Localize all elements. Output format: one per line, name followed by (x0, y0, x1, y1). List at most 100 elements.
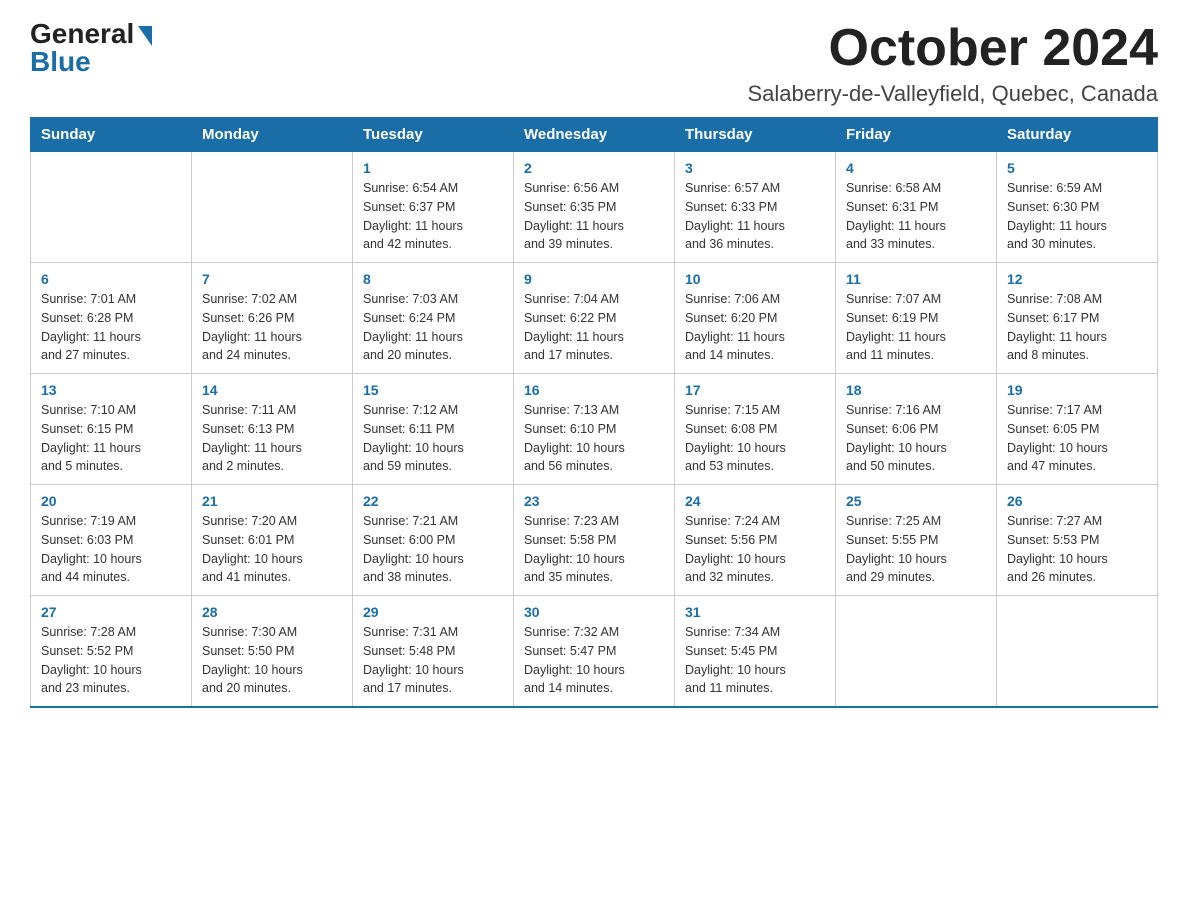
week-row-5: 27 Sunrise: 7:28 AM Sunset: 5:52 PM Dayli… (31, 596, 1158, 708)
table-cell: 14 Sunrise: 7:11 AM Sunset: 6:13 PM Dayli… (192, 374, 353, 485)
day-info: Sunrise: 7:28 AM Sunset: 5:52 PM Dayligh… (41, 623, 181, 698)
table-cell: 26 Sunrise: 7:27 AM Sunset: 5:53 PM Dayli… (997, 485, 1158, 596)
day-number: 7 (202, 271, 342, 287)
week-row-3: 13Sunrise: 7:10 AM Sunset: 6:15 PM Dayli… (31, 374, 1158, 485)
table-cell: 15 Sunrise: 7:12 AM Sunset: 6:11 PM Dayli… (353, 374, 514, 485)
day-number: 25 (846, 493, 986, 509)
day-number: 9 (524, 271, 664, 287)
table-cell: 12 Sunrise: 7:08 AM Sunset: 6:17 PM Dayli… (997, 263, 1158, 374)
table-cell: 11 Sunrise: 7:07 AM Sunset: 6:19 PM Dayli… (836, 263, 997, 374)
day-number: 16 (524, 382, 664, 398)
table-cell: 1 Sunrise: 6:54 AM Sunset: 6:37 PM Daylig… (353, 152, 514, 263)
logo-triangle-icon (138, 26, 152, 46)
table-cell: 18Sunrise: 7:16 AM Sunset: 6:06 PM Dayli… (836, 374, 997, 485)
day-info: Sunrise: 6:54 AM Sunset: 6:37 PM Dayligh… (363, 179, 503, 254)
weekday-header-monday: Monday (192, 118, 353, 152)
day-number: 14 (202, 382, 342, 398)
day-number: 15 (363, 382, 503, 398)
week-row-4: 20 Sunrise: 7:19 AM Sunset: 6:03 PM Dayli… (31, 485, 1158, 596)
day-info: Sunrise: 6:58 AM Sunset: 6:31 PM Dayligh… (846, 179, 986, 254)
weekday-header-sunday: Sunday (31, 118, 192, 152)
table-cell (192, 152, 353, 263)
logo: General Blue (30, 20, 152, 76)
day-number: 12 (1007, 271, 1147, 287)
day-info: Sunrise: 7:07 AM Sunset: 6:19 PM Dayligh… (846, 290, 986, 365)
day-number: 11 (846, 271, 986, 287)
page-header: General Blue October 2024 Salaberry-de-V… (30, 20, 1158, 107)
logo-general: General (30, 20, 152, 48)
day-number: 17 (685, 382, 825, 398)
table-cell: 9 Sunrise: 7:04 AM Sunset: 6:22 PM Daylig… (514, 263, 675, 374)
title-section: October 2024 Salaberry-de-Valleyfield, Q… (748, 20, 1159, 107)
day-number: 1 (363, 160, 503, 176)
day-info: Sunrise: 7:12 AM Sunset: 6:11 PM Dayligh… (363, 401, 503, 476)
table-cell: 10Sunrise: 7:06 AM Sunset: 6:20 PM Dayli… (675, 263, 836, 374)
table-cell: 17Sunrise: 7:15 AM Sunset: 6:08 PM Dayli… (675, 374, 836, 485)
month-title: October 2024 (748, 20, 1159, 77)
table-cell: 4 Sunrise: 6:58 AM Sunset: 6:31 PM Daylig… (836, 152, 997, 263)
day-info: Sunrise: 7:31 AM Sunset: 5:48 PM Dayligh… (363, 623, 503, 698)
day-number: 21 (202, 493, 342, 509)
day-info: Sunrise: 7:27 AM Sunset: 5:53 PM Dayligh… (1007, 512, 1147, 587)
table-cell: 19 Sunrise: 7:17 AM Sunset: 6:05 PM Dayli… (997, 374, 1158, 485)
day-info: Sunrise: 7:08 AM Sunset: 6:17 PM Dayligh… (1007, 290, 1147, 365)
day-number: 6 (41, 271, 181, 287)
day-number: 29 (363, 604, 503, 620)
table-cell (31, 152, 192, 263)
day-info: Sunrise: 7:20 AM Sunset: 6:01 PM Dayligh… (202, 512, 342, 587)
weekday-header-wednesday: Wednesday (514, 118, 675, 152)
table-cell: 24Sunrise: 7:24 AM Sunset: 5:56 PM Dayli… (675, 485, 836, 596)
day-number: 19 (1007, 382, 1147, 398)
table-cell: 8 Sunrise: 7:03 AM Sunset: 6:24 PM Daylig… (353, 263, 514, 374)
day-info: Sunrise: 7:10 AM Sunset: 6:15 PM Dayligh… (41, 401, 181, 476)
day-info: Sunrise: 7:32 AM Sunset: 5:47 PM Dayligh… (524, 623, 664, 698)
day-info: Sunrise: 7:17 AM Sunset: 6:05 PM Dayligh… (1007, 401, 1147, 476)
table-cell (836, 596, 997, 708)
table-cell: 25Sunrise: 7:25 AM Sunset: 5:55 PM Dayli… (836, 485, 997, 596)
weekday-header-tuesday: Tuesday (353, 118, 514, 152)
table-cell: 13Sunrise: 7:10 AM Sunset: 6:15 PM Dayli… (31, 374, 192, 485)
day-info: Sunrise: 7:19 AM Sunset: 6:03 PM Dayligh… (41, 512, 181, 587)
day-info: Sunrise: 6:57 AM Sunset: 6:33 PM Dayligh… (685, 179, 825, 254)
table-cell (997, 596, 1158, 708)
calendar-table: SundayMondayTuesdayWednesdayThursdayFrid… (30, 117, 1158, 708)
day-info: Sunrise: 7:03 AM Sunset: 6:24 PM Dayligh… (363, 290, 503, 365)
table-cell: 2Sunrise: 6:56 AM Sunset: 6:35 PM Daylig… (514, 152, 675, 263)
weekday-header-saturday: Saturday (997, 118, 1158, 152)
day-info: Sunrise: 6:59 AM Sunset: 6:30 PM Dayligh… (1007, 179, 1147, 254)
table-cell: 7Sunrise: 7:02 AM Sunset: 6:26 PM Daylig… (192, 263, 353, 374)
weekday-header-row: SundayMondayTuesdayWednesdayThursdayFrid… (31, 118, 1158, 152)
day-number: 28 (202, 604, 342, 620)
day-info: Sunrise: 7:04 AM Sunset: 6:22 PM Dayligh… (524, 290, 664, 365)
day-number: 8 (363, 271, 503, 287)
table-cell: 28Sunrise: 7:30 AM Sunset: 5:50 PM Dayli… (192, 596, 353, 708)
day-number: 2 (524, 160, 664, 176)
day-info: Sunrise: 7:23 AM Sunset: 5:58 PM Dayligh… (524, 512, 664, 587)
day-number: 27 (41, 604, 181, 620)
table-cell: 23 Sunrise: 7:23 AM Sunset: 5:58 PM Dayli… (514, 485, 675, 596)
table-cell: 27 Sunrise: 7:28 AM Sunset: 5:52 PM Dayli… (31, 596, 192, 708)
table-cell: 30Sunrise: 7:32 AM Sunset: 5:47 PM Dayli… (514, 596, 675, 708)
day-number: 4 (846, 160, 986, 176)
weekday-header-friday: Friday (836, 118, 997, 152)
day-number: 24 (685, 493, 825, 509)
day-number: 23 (524, 493, 664, 509)
table-cell: 3 Sunrise: 6:57 AM Sunset: 6:33 PM Daylig… (675, 152, 836, 263)
table-cell: 22Sunrise: 7:21 AM Sunset: 6:00 PM Dayli… (353, 485, 514, 596)
location-title: Salaberry-de-Valleyfield, Quebec, Canada (748, 81, 1159, 107)
day-number: 18 (846, 382, 986, 398)
day-number: 20 (41, 493, 181, 509)
table-cell: 31Sunrise: 7:34 AM Sunset: 5:45 PM Dayli… (675, 596, 836, 708)
day-number: 22 (363, 493, 503, 509)
day-info: Sunrise: 7:11 AM Sunset: 6:13 PM Dayligh… (202, 401, 342, 476)
day-info: Sunrise: 7:06 AM Sunset: 6:20 PM Dayligh… (685, 290, 825, 365)
table-cell: 29 Sunrise: 7:31 AM Sunset: 5:48 PM Dayli… (353, 596, 514, 708)
week-row-2: 6 Sunrise: 7:01 AM Sunset: 6:28 PM Daylig… (31, 263, 1158, 374)
day-info: Sunrise: 7:01 AM Sunset: 6:28 PM Dayligh… (41, 290, 181, 365)
logo-general-text: General (30, 20, 134, 48)
logo-blue-text: Blue (30, 48, 91, 76)
table-cell: 21 Sunrise: 7:20 AM Sunset: 6:01 PM Dayli… (192, 485, 353, 596)
day-number: 3 (685, 160, 825, 176)
table-cell: 5Sunrise: 6:59 AM Sunset: 6:30 PM Daylig… (997, 152, 1158, 263)
day-number: 26 (1007, 493, 1147, 509)
